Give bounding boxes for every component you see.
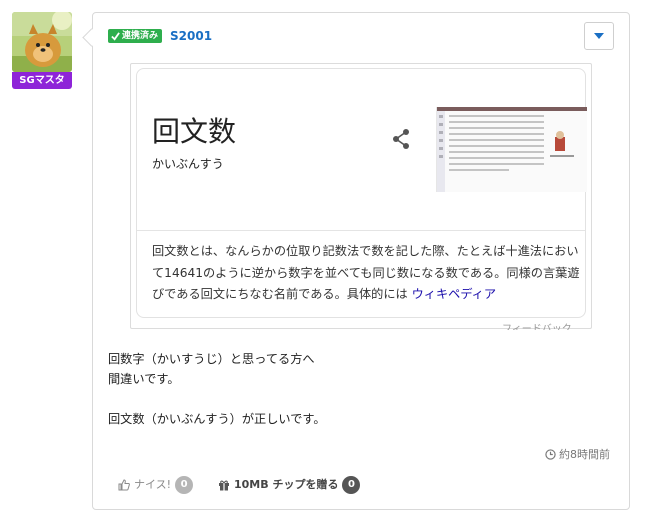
user-rank-badge: SGマスタ: [12, 72, 72, 89]
knowledge-panel-thumbnail[interactable]: [436, 107, 587, 192]
username-link[interactable]: S2001: [170, 27, 212, 45]
knowledge-panel-description: 回文数とは、なんらかの位取り記数法で数を記した際、たとえば十進法において1464…: [152, 241, 582, 306]
knowledge-panel-reading: かいぶんすう: [152, 157, 224, 171]
knowledge-panel-divider: [137, 230, 585, 231]
like-button[interactable]: ナイス! 0: [118, 476, 194, 494]
like-count: 0: [175, 476, 194, 494]
thumbs-up-icon: [118, 479, 130, 491]
linked-badge: 連携済み: [108, 29, 163, 43]
description-text: 回文数とは、なんらかの位取り記数法で数を記した際、たとえば十進法において1464…: [152, 244, 580, 301]
post-line: 回文数（かいぶんすう）が正しいです。: [108, 412, 326, 426]
chevron-down-icon: [594, 33, 604, 39]
avatar[interactable]: [12, 12, 72, 72]
share-icon[interactable]: [391, 128, 411, 150]
post-menu-button[interactable]: [584, 22, 614, 50]
tip-label: 10MB チップを贈る: [234, 478, 339, 491]
post-line: [108, 389, 326, 409]
clock-icon: [545, 448, 556, 460]
like-label: ナイス!: [134, 478, 172, 491]
gift-icon: [219, 480, 229, 491]
checkmark-icon: [111, 31, 120, 41]
knowledge-panel-title: 回文数: [152, 115, 237, 148]
wikipedia-link[interactable]: ウィキペディア: [412, 287, 496, 301]
linked-badge-label: 連携済み: [122, 31, 159, 41]
post-body: 回数字（かいすうじ）と思ってる方へ 間違いです。 回文数（かいぶんすう）が正しい…: [108, 349, 326, 429]
post-timestamp: 約8時間前: [545, 446, 610, 462]
post-line: 回数字（かいすうじ）と思ってる方へ: [108, 352, 315, 366]
timestamp-text: 約8時間前: [559, 448, 610, 461]
send-tip-button[interactable]: 10MB チップを贈る 0: [218, 476, 361, 494]
tip-count: 0: [342, 476, 361, 494]
feedback-link[interactable]: フィードバック: [502, 320, 586, 330]
post-line: 間違いです。: [108, 372, 180, 386]
